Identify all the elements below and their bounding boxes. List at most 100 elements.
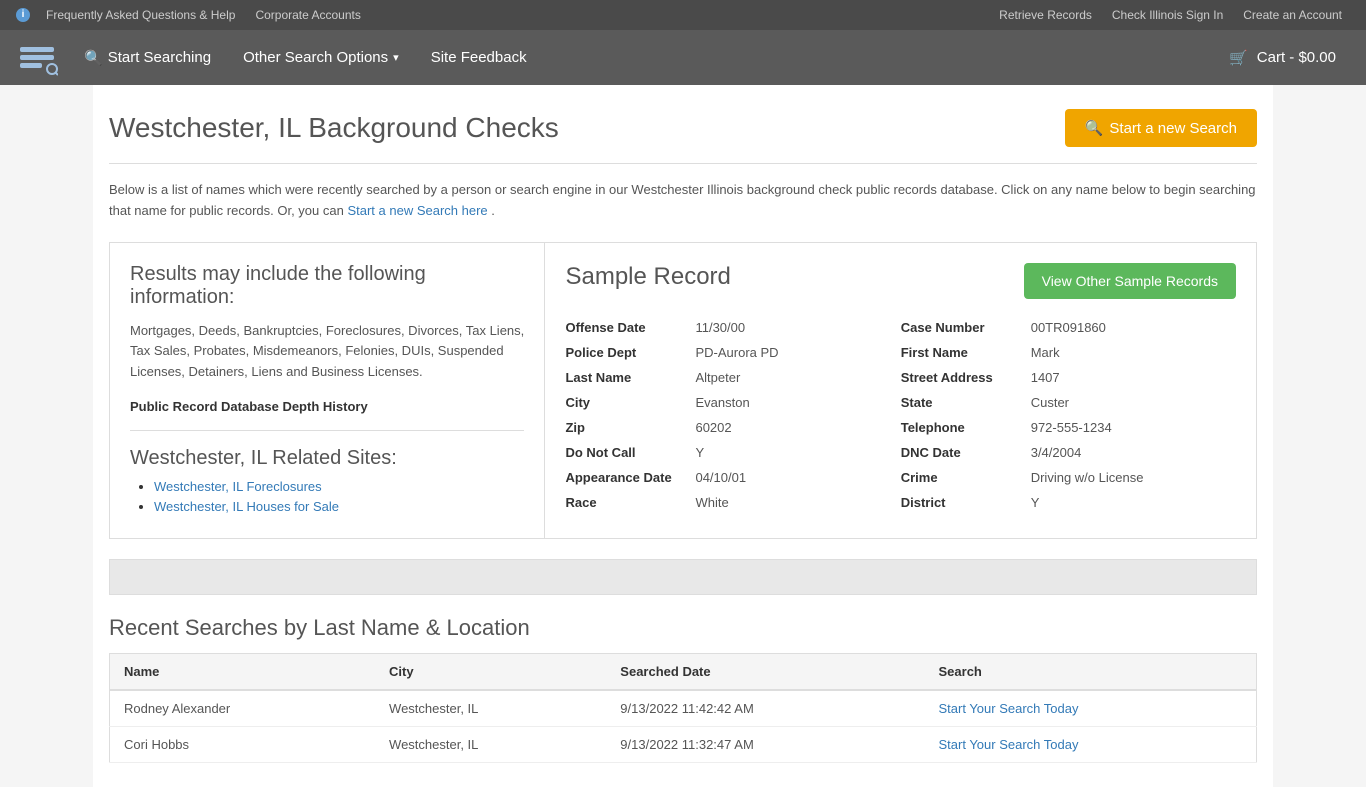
record-field: Do Not Call Y bbox=[565, 440, 900, 465]
retrieve-records-link[interactable]: Retrieve Records bbox=[999, 8, 1092, 22]
field-value: 00TR091860 bbox=[1031, 320, 1106, 335]
page-content: Westchester, IL Background Checks 🔍 Star… bbox=[93, 85, 1273, 787]
search-icon: 🔍 bbox=[1085, 119, 1104, 137]
field-value: 04/10/01 bbox=[695, 470, 746, 485]
field-label: City bbox=[565, 395, 695, 410]
field-value: Evanston bbox=[695, 395, 749, 410]
gray-bar bbox=[109, 559, 1257, 595]
sample-record-title: Sample Record bbox=[565, 263, 730, 291]
results-heading: Results may include the following inform… bbox=[130, 263, 524, 309]
record-field: Crime Driving w/o License bbox=[901, 465, 1236, 490]
field-value: 1407 bbox=[1031, 370, 1060, 385]
record-field: Zip 60202 bbox=[565, 415, 900, 440]
field-value: PD-Aurora PD bbox=[695, 345, 778, 360]
nav-right: 🛒 Cart - $0.00 bbox=[1215, 41, 1350, 75]
site-feedback-link[interactable]: Site Feedback bbox=[417, 41, 541, 74]
field-label: Case Number bbox=[901, 320, 1031, 335]
record-field: Last Name Altpeter bbox=[565, 365, 900, 390]
divider bbox=[130, 430, 524, 431]
col-name: Name bbox=[110, 653, 376, 690]
field-label: Do Not Call bbox=[565, 445, 695, 460]
corporate-accounts-link[interactable]: Corporate Accounts bbox=[255, 8, 360, 22]
page-header: Westchester, IL Background Checks 🔍 Star… bbox=[109, 109, 1257, 164]
db-history-link[interactable]: Public Record Database Depth History bbox=[130, 399, 524, 414]
view-other-samples-button[interactable]: View Other Sample Records bbox=[1024, 263, 1236, 299]
field-value: White bbox=[695, 495, 728, 510]
field-label: DNC Date bbox=[901, 445, 1031, 460]
field-value: Altpeter bbox=[695, 370, 740, 385]
record-field: DNC Date 3/4/2004 bbox=[901, 440, 1236, 465]
left-column: Results may include the following inform… bbox=[110, 243, 545, 538]
record-field: Telephone 972-555-1234 bbox=[901, 415, 1236, 440]
houses-for-sale-link[interactable]: Westchester, IL Houses for Sale bbox=[154, 499, 339, 514]
sample-header: Sample Record View Other Sample Records bbox=[565, 263, 1236, 299]
check-illinois-signin-link[interactable]: Check Illinois Sign In bbox=[1112, 8, 1223, 22]
table-row: Rodney Alexander Westchester, IL 9/13/20… bbox=[110, 690, 1257, 727]
cart-link[interactable]: 🛒 Cart - $0.00 bbox=[1215, 41, 1350, 75]
start-new-search-button[interactable]: 🔍 Start a new Search bbox=[1065, 109, 1257, 147]
recent-searches-table: Name City Searched Date Search Rodney Al… bbox=[109, 653, 1257, 763]
utility-bar-left: i Frequently Asked Questions & Help Corp… bbox=[16, 8, 369, 22]
field-label: Offense Date bbox=[565, 320, 695, 335]
record-field: Case Number 00TR091860 bbox=[901, 315, 1236, 340]
record-field: City Evanston bbox=[565, 390, 900, 415]
row-name: Rodney Alexander bbox=[110, 690, 376, 727]
main-nav: 🔍 Start Searching Other Search Options S… bbox=[0, 30, 1366, 85]
field-value: Mark bbox=[1031, 345, 1060, 360]
search-icon: 🔍 bbox=[84, 49, 103, 67]
row-search: Start Your Search Today bbox=[925, 726, 1257, 762]
list-item: Westchester, IL Foreclosures bbox=[154, 478, 524, 494]
col-date: Searched Date bbox=[606, 653, 924, 690]
row-name: Cori Hobbs bbox=[110, 726, 376, 762]
record-fields-left: Offense Date 11/30/00 Police Dept PD-Aur… bbox=[565, 315, 900, 515]
field-label: Police Dept bbox=[565, 345, 695, 360]
related-heading: Westchester, IL Related Sites: bbox=[130, 447, 524, 470]
row-search: Start Your Search Today bbox=[925, 690, 1257, 727]
recent-searches-section: Recent Searches by Last Name & Location … bbox=[109, 615, 1257, 763]
faq-link[interactable]: Frequently Asked Questions & Help bbox=[46, 8, 235, 22]
field-label: Street Address bbox=[901, 370, 1031, 385]
col-search: Search bbox=[925, 653, 1257, 690]
page-title: Westchester, IL Background Checks bbox=[109, 112, 559, 144]
field-value: Custer bbox=[1031, 395, 1069, 410]
results-text: Mortgages, Deeds, Bankruptcies, Foreclos… bbox=[130, 321, 524, 383]
field-label: Race bbox=[565, 495, 695, 510]
other-search-options-link[interactable]: Other Search Options bbox=[229, 41, 413, 74]
record-field: First Name Mark bbox=[901, 340, 1236, 365]
field-value: 60202 bbox=[695, 420, 731, 435]
field-label: First Name bbox=[901, 345, 1031, 360]
record-field: District Y bbox=[901, 490, 1236, 515]
record-field: Street Address 1407 bbox=[901, 365, 1236, 390]
row-city: Westchester, IL bbox=[375, 690, 606, 727]
create-account-link[interactable]: Create an Account bbox=[1243, 8, 1342, 22]
two-col-section: Results may include the following inform… bbox=[109, 242, 1257, 539]
field-label: Crime bbox=[901, 470, 1031, 485]
start-searching-link[interactable]: 🔍 Start Searching bbox=[70, 41, 225, 75]
row-date: 9/13/2022 11:32:47 AM bbox=[606, 726, 924, 762]
record-grid: Offense Date 11/30/00 Police Dept PD-Aur… bbox=[565, 315, 1236, 515]
table-row: Cori Hobbs Westchester, IL 9/13/2022 11:… bbox=[110, 726, 1257, 762]
intro-text: Below is a list of names which were rece… bbox=[109, 180, 1257, 222]
field-label: Telephone bbox=[901, 420, 1031, 435]
utility-bar: i Frequently Asked Questions & Help Corp… bbox=[0, 0, 1366, 30]
col-city: City bbox=[375, 653, 606, 690]
list-item: Westchester, IL Houses for Sale bbox=[154, 498, 524, 514]
field-label: Zip bbox=[565, 420, 695, 435]
search-today-link[interactable]: Start Your Search Today bbox=[939, 737, 1079, 752]
field-label: Appearance Date bbox=[565, 470, 695, 485]
search-today-link[interactable]: Start Your Search Today bbox=[939, 701, 1079, 716]
record-field: Offense Date 11/30/00 bbox=[565, 315, 900, 340]
utility-bar-right: Retrieve Records Check Illinois Sign In … bbox=[991, 8, 1350, 22]
cart-icon: 🛒 bbox=[1229, 49, 1248, 67]
field-value: Driving w/o License bbox=[1031, 470, 1144, 485]
row-date: 9/13/2022 11:42:42 AM bbox=[606, 690, 924, 727]
foreclosures-link[interactable]: Westchester, IL Foreclosures bbox=[154, 479, 322, 494]
field-label: District bbox=[901, 495, 1031, 510]
related-sites-list: Westchester, IL Foreclosures Westchester… bbox=[130, 478, 524, 514]
field-value: Y bbox=[695, 445, 704, 460]
table-header-row: Name City Searched Date Search bbox=[110, 653, 1257, 690]
field-label: Last Name bbox=[565, 370, 695, 385]
field-label: State bbox=[901, 395, 1031, 410]
recent-searches-title: Recent Searches by Last Name & Location bbox=[109, 615, 1257, 641]
intro-search-link[interactable]: Start a new Search here bbox=[347, 203, 487, 218]
